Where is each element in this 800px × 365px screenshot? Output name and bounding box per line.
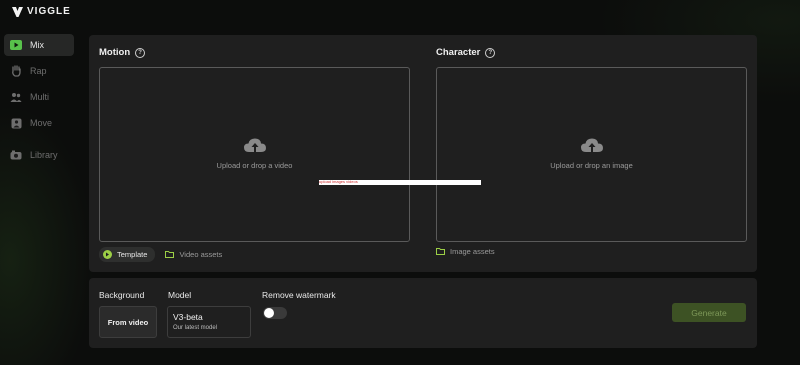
cloud-upload-icon [580,138,603,152]
motion-dropzone-text: Upload or drop a video [216,161,293,170]
sidebar-item-rap[interactable]: Rap [4,60,74,82]
video-assets-link[interactable]: Video assets [165,250,222,259]
folder-icon [436,248,445,255]
sidebar-item-mix[interactable]: Mix [4,34,74,56]
options-panel: Background From video Model V3-beta Our … [89,278,757,348]
overlay-text: upload images videos [319,179,358,184]
character-section-title: Character ? [436,47,496,58]
play-icon [10,39,22,51]
input-panel: Motion ? Upload or drop a video Template… [89,35,757,272]
overlay-strip: upload images videos [319,179,481,185]
help-icon[interactable]: ? [485,47,496,58]
app-logo[interactable]: VIGGLE [12,6,71,17]
sidebar-nav: Mix Rap Multi Move Library [4,34,74,170]
brand-name: VIGGLE [27,6,71,17]
sidebar-item-label: Rap [30,66,47,76]
character-assets-row: Image assets [436,247,495,256]
sidebar-item-label: Mix [30,40,44,50]
image-assets-link[interactable]: Image assets [436,247,495,256]
watermark-label: Remove watermark [262,290,336,300]
background-select-button[interactable]: From video [99,306,157,338]
video-assets-label: Video assets [179,250,223,259]
folder-icon [165,251,175,258]
character-dropzone-text: Upload or drop an image [550,161,633,170]
template-icon [103,250,112,259]
model-description: Our latest model [173,325,218,331]
sidebar-item-label: Multi [30,92,50,102]
generate-label: Generate [691,307,727,318]
sidebar-item-library[interactable]: Library [4,144,74,166]
template-label: Template [117,250,148,259]
watermark-toggle[interactable] [263,307,287,319]
viggle-logo-icon [12,6,23,17]
generate-button[interactable]: Generate [672,303,746,322]
background-label: Background [99,290,145,300]
model-name: V3-beta [173,312,203,322]
model-select[interactable]: V3-beta Our latest model [167,306,251,338]
model-label: Model [168,290,192,300]
motion-dropzone[interactable]: Upload or drop a video [99,67,410,242]
motion-title: Motion [99,47,131,58]
motion-assets-row: Template Video assets [99,247,222,262]
hand-icon [10,65,22,77]
sidebar-item-multi[interactable]: Multi [4,86,74,108]
background-value: From video [107,317,149,327]
sidebar-item-label: Move [30,118,53,128]
sidebar-item-label: Library [30,150,58,160]
sidebar-item-move[interactable]: Move [4,112,74,134]
library-icon [10,149,22,161]
motion-section-title: Motion ? [99,47,146,58]
cloud-upload-icon [243,138,266,152]
users-icon [10,91,22,103]
toggle-knob [264,308,274,318]
move-icon [10,117,22,129]
character-dropzone[interactable]: Upload or drop an image [436,67,747,242]
template-button[interactable]: Template [99,247,156,262]
image-assets-label: Image assets [450,247,495,256]
character-title: Character [436,47,481,58]
help-icon[interactable]: ? [135,47,146,58]
